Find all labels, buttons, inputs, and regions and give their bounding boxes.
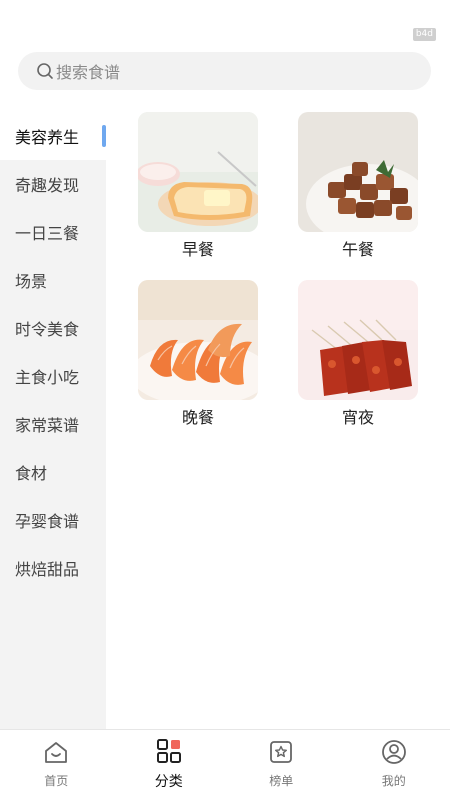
- bottom-tab-bar: 首页 分类 榜单 我的: [0, 729, 450, 797]
- tab-category[interactable]: 分类: [129, 737, 209, 791]
- tab-label: 我的: [381, 774, 406, 788]
- sidebar-item-maternal-infant[interactable]: 孕婴食谱: [0, 496, 106, 544]
- home-icon: [42, 738, 70, 766]
- sidebar-item-fun-discovery[interactable]: 奇趣发现: [0, 160, 106, 208]
- toast-image: [138, 112, 258, 232]
- category-card-breakfast[interactable]: 早餐: [138, 112, 258, 260]
- sidebar-item-baking-desserts[interactable]: 烘焙甜品: [0, 544, 106, 592]
- ranking-icon: [267, 738, 295, 766]
- tab-home[interactable]: 首页: [16, 738, 96, 789]
- sidebar-item-label: 食材: [15, 464, 48, 483]
- status-badge: b4d: [412, 28, 436, 41]
- sidebar-item-three-meals[interactable]: 一日三餐: [0, 208, 106, 256]
- sidebar-item-label: 奇趣发现: [15, 176, 80, 195]
- category-grid: 早餐 午餐 晚餐 宵夜: [138, 112, 428, 428]
- tab-label: 分类: [154, 773, 183, 790]
- category-card-lunch[interactable]: 午餐: [298, 112, 418, 260]
- category-card-late-night[interactable]: 宵夜: [298, 280, 418, 428]
- shrimp-image: [138, 280, 258, 400]
- sidebar-item-seasonal[interactable]: 时令美食: [0, 304, 106, 352]
- sidebar-item-label: 主食小吃: [15, 368, 80, 387]
- category-label: 宵夜: [341, 408, 374, 427]
- search-input[interactable]: 搜索食谱: [18, 52, 431, 90]
- sidebar-item-staples-snacks[interactable]: 主食小吃: [0, 352, 106, 400]
- search-placeholder: 搜索食谱: [56, 63, 121, 82]
- sidebar-item-ingredients[interactable]: 食材: [0, 448, 106, 496]
- profile-icon: [380, 738, 408, 766]
- tab-label: 榜单: [269, 774, 294, 788]
- tab-label: 首页: [44, 774, 69, 788]
- active-indicator: [102, 125, 106, 147]
- sidebar-item-label: 家常菜谱: [15, 416, 80, 435]
- tab-ranking[interactable]: 榜单: [241, 738, 321, 789]
- category-label: 早餐: [181, 240, 214, 259]
- sidebar-item-label: 场景: [15, 272, 48, 291]
- beef-cubes-image: [298, 112, 418, 232]
- skewers-image: [298, 280, 418, 400]
- sidebar-item-label: 美容养生: [15, 128, 80, 147]
- sidebar-item-label: 烘焙甜品: [15, 560, 80, 579]
- category-icon: [155, 737, 183, 765]
- sidebar-item-home-recipes[interactable]: 家常菜谱: [0, 400, 106, 448]
- sidebar-item-label: 孕婴食谱: [15, 512, 80, 531]
- sidebar-item-label: 时令美食: [15, 320, 80, 339]
- category-label: 晚餐: [181, 408, 214, 427]
- tab-profile[interactable]: 我的: [354, 738, 434, 789]
- sidebar-item-label: 一日三餐: [15, 224, 80, 243]
- sidebar-item-scenes[interactable]: 场景: [0, 256, 106, 304]
- search-icon: [36, 62, 54, 80]
- sidebar-item-beauty-health[interactable]: 美容养生: [0, 112, 106, 160]
- category-card-dinner[interactable]: 晚餐: [138, 280, 258, 428]
- category-label: 午餐: [341, 240, 374, 259]
- category-sidebar: 美容养生 奇趣发现 一日三餐 场景 时令美食 主食小吃 家常菜谱 食材 孕婴食谱…: [0, 112, 106, 729]
